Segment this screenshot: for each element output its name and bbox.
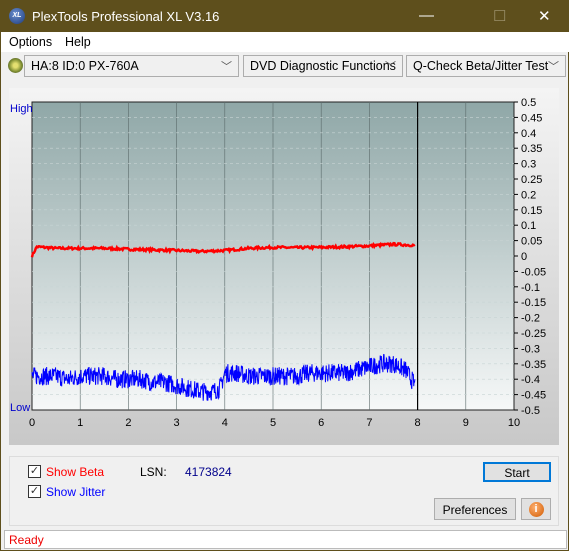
info-button[interactable]: i <box>521 498 551 520</box>
x-tick-label: 1 <box>77 417 83 429</box>
lsn-value: 4173824 <box>185 465 232 479</box>
y-tick-label: 0.35 <box>521 143 542 155</box>
start-button[interactable]: Start <box>483 462 551 482</box>
show-jitter-label[interactable]: Show Jitter <box>46 485 105 499</box>
chart: High Low 0 1 2 3 4 5 6 7 8 9 10 0.5 0.45 0.4 0.35 0.3 0.… <box>10 97 546 429</box>
x-tick-label: 4 <box>222 417 228 429</box>
controls-panel: ✓ Show Beta ✓ Show Jitter LSN: 4173824 S… <box>9 456 559 526</box>
y-tick-label: 0.2 <box>521 189 536 201</box>
y-tick-label: 0.05 <box>521 236 542 248</box>
drive-value: HA:8 ID:0 PX-760A <box>31 59 139 73</box>
info-icon: i <box>528 502 544 517</box>
y-tick-label: 0.3 <box>521 159 536 171</box>
app-logo-icon: XL <box>9 8 25 24</box>
x-tick-label: 10 <box>508 417 520 429</box>
y-tick-label: -0.15 <box>521 297 546 309</box>
function-select[interactable]: DVD Diagnostic Functions ﹀ <box>243 55 403 77</box>
y-tick-label: 0.4 <box>521 128 536 140</box>
y-tick-label: -0.25 <box>521 328 546 340</box>
menu-options[interactable]: Options <box>9 35 52 49</box>
y-tick-label: -0.1 <box>521 282 540 294</box>
x-tick-label: 8 <box>415 417 421 429</box>
x-tick-label: 3 <box>174 417 180 429</box>
menu-help[interactable]: Help <box>65 35 91 49</box>
disc-icon <box>8 58 23 73</box>
function-value: DVD Diagnostic Functions <box>250 59 396 73</box>
y-tick-label: 0.45 <box>521 112 542 124</box>
y-tick-label: -0.2 <box>521 313 540 325</box>
show-jitter-checkbox[interactable]: ✓ <box>28 485 41 498</box>
test-value: Q-Check Beta/Jitter Test <box>413 59 549 73</box>
menu-bar: Options Help <box>1 32 569 52</box>
chevron-down-icon: ﹀ <box>221 61 232 73</box>
y-tick-label: -0.45 <box>521 390 546 402</box>
close-button[interactable]: ✕ <box>538 7 551 25</box>
x-tick-label: 5 <box>270 417 276 429</box>
y-tick-label: -0.35 <box>521 359 546 371</box>
y-tick-label: 0.25 <box>521 174 542 186</box>
minimize-button[interactable]: — <box>419 7 434 24</box>
high-label: High <box>10 103 33 115</box>
y-tick-label: 0 <box>521 251 527 263</box>
status-bar: Ready <box>4 530 567 549</box>
x-tick-label: 9 <box>463 417 469 429</box>
low-label: Low <box>10 402 30 414</box>
chevron-down-icon: ﹀ <box>548 61 559 73</box>
y-tick-label: -0.5 <box>521 405 540 417</box>
maximize-button[interactable]: ☐ <box>493 7 506 25</box>
chart-panel: High Low 0 1 2 3 4 5 6 7 8 9 10 0.5 0.45 0.4 0.35 0.3 0.… <box>9 88 559 445</box>
y-tick-label: 0.15 <box>521 205 542 217</box>
x-tick-label: 6 <box>318 417 324 429</box>
window-title: PlexTools Professional XL V3.16 <box>32 9 220 24</box>
y-tick-label: -0.05 <box>521 266 546 278</box>
x-tick-label: 7 <box>366 417 372 429</box>
show-beta-label[interactable]: Show Beta <box>46 465 104 479</box>
y-tick-label: -0.3 <box>521 343 540 355</box>
preferences-button[interactable]: Preferences <box>434 498 516 520</box>
y-tick-label: -0.4 <box>521 374 540 386</box>
x-tick-label: 2 <box>125 417 131 429</box>
show-beta-checkbox[interactable]: ✓ <box>28 465 41 478</box>
y-tick-label: 0.1 <box>521 220 536 232</box>
lsn-label: LSN: <box>140 465 167 479</box>
drive-select[interactable]: HA:8 ID:0 PX-760A ﹀ <box>24 55 239 77</box>
chevron-down-icon: ﹀ <box>385 61 396 73</box>
y-tick-label: 0.5 <box>521 97 536 109</box>
app-window: XL PlexTools Professional XL V3.16 — ☐ ✕… <box>0 0 569 551</box>
test-select[interactable]: Q-Check Beta/Jitter Test ﹀ <box>406 55 566 77</box>
x-tick-label: 0 <box>29 417 35 429</box>
title-bar: XL PlexTools Professional XL V3.16 — ☐ ✕ <box>1 1 569 32</box>
